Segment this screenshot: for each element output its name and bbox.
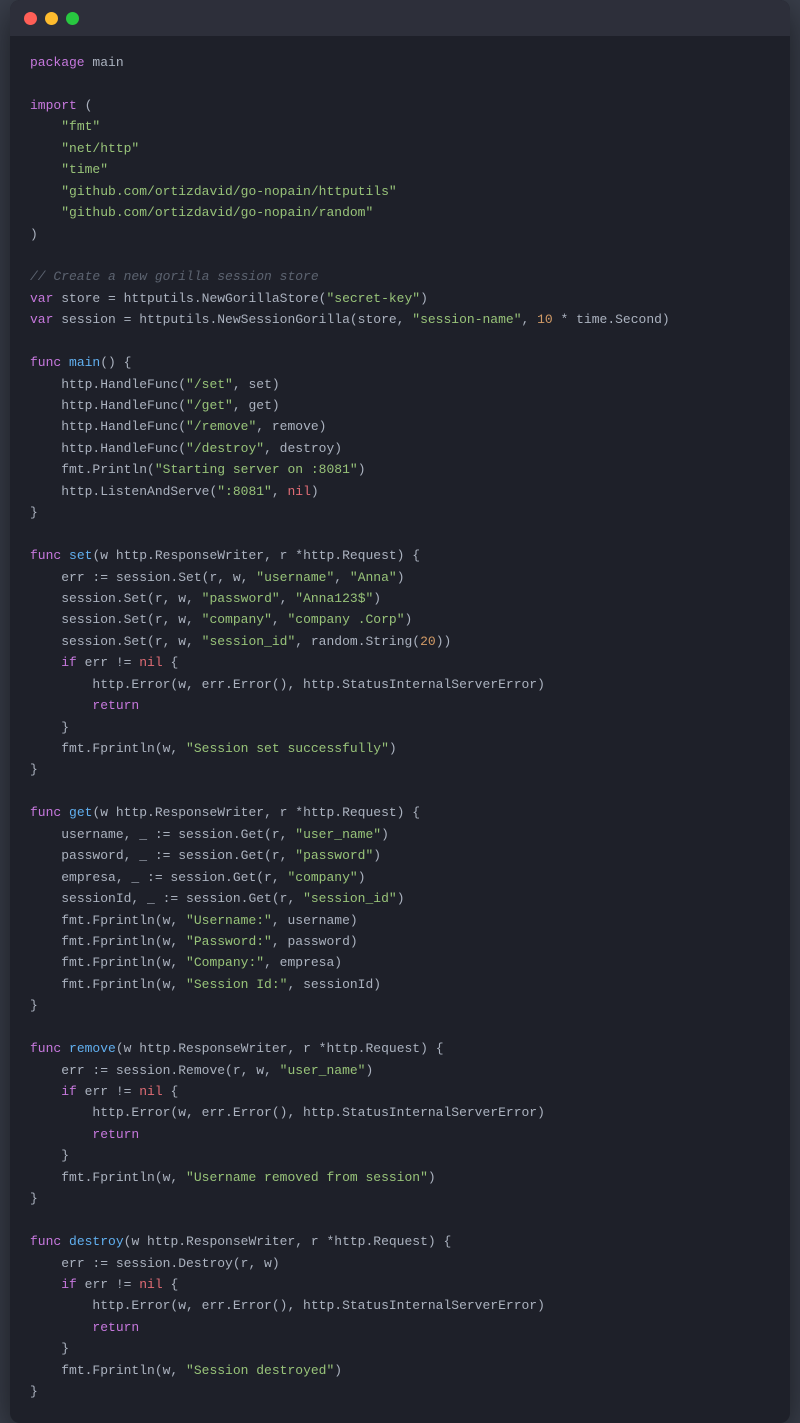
minimize-button[interactable] [45,12,58,25]
close-button[interactable] [24,12,37,25]
editor-window: package main import ( "fmt" "net/http" "… [10,0,790,1423]
maximize-button[interactable] [66,12,79,25]
titlebar [10,0,790,36]
code-content: package main import ( "fmt" "net/http" "… [10,36,790,1423]
